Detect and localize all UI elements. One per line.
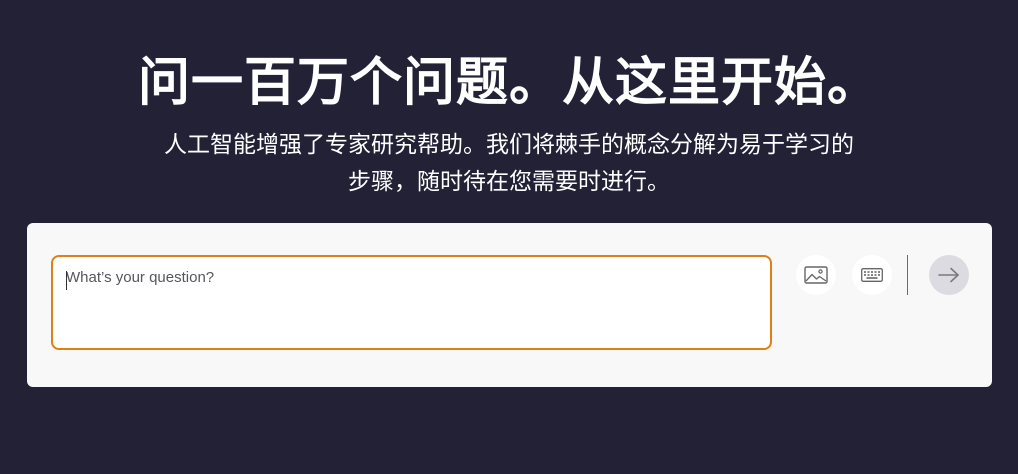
toolbar-divider: [907, 255, 908, 295]
page-title: 问一百万个问题。从这里开始。: [137, 53, 880, 113]
question-box[interactable]: [51, 255, 772, 350]
page-subtitle: 人工智能增强了专家研究帮助。我们将棘手的概念分解为易于学习的步骤，随时待在您需要…: [164, 132, 854, 195]
question-input[interactable]: [53, 257, 770, 348]
upload-image-button[interactable]: [796, 255, 836, 295]
text-caret: [66, 271, 67, 290]
arrow-right-icon: [938, 267, 959, 283]
submit-button[interactable]: [929, 255, 969, 295]
image-icon: [804, 266, 828, 284]
keyboard-icon: [861, 268, 883, 282]
keyboard-button[interactable]: [852, 255, 892, 295]
question-card: [27, 223, 992, 387]
